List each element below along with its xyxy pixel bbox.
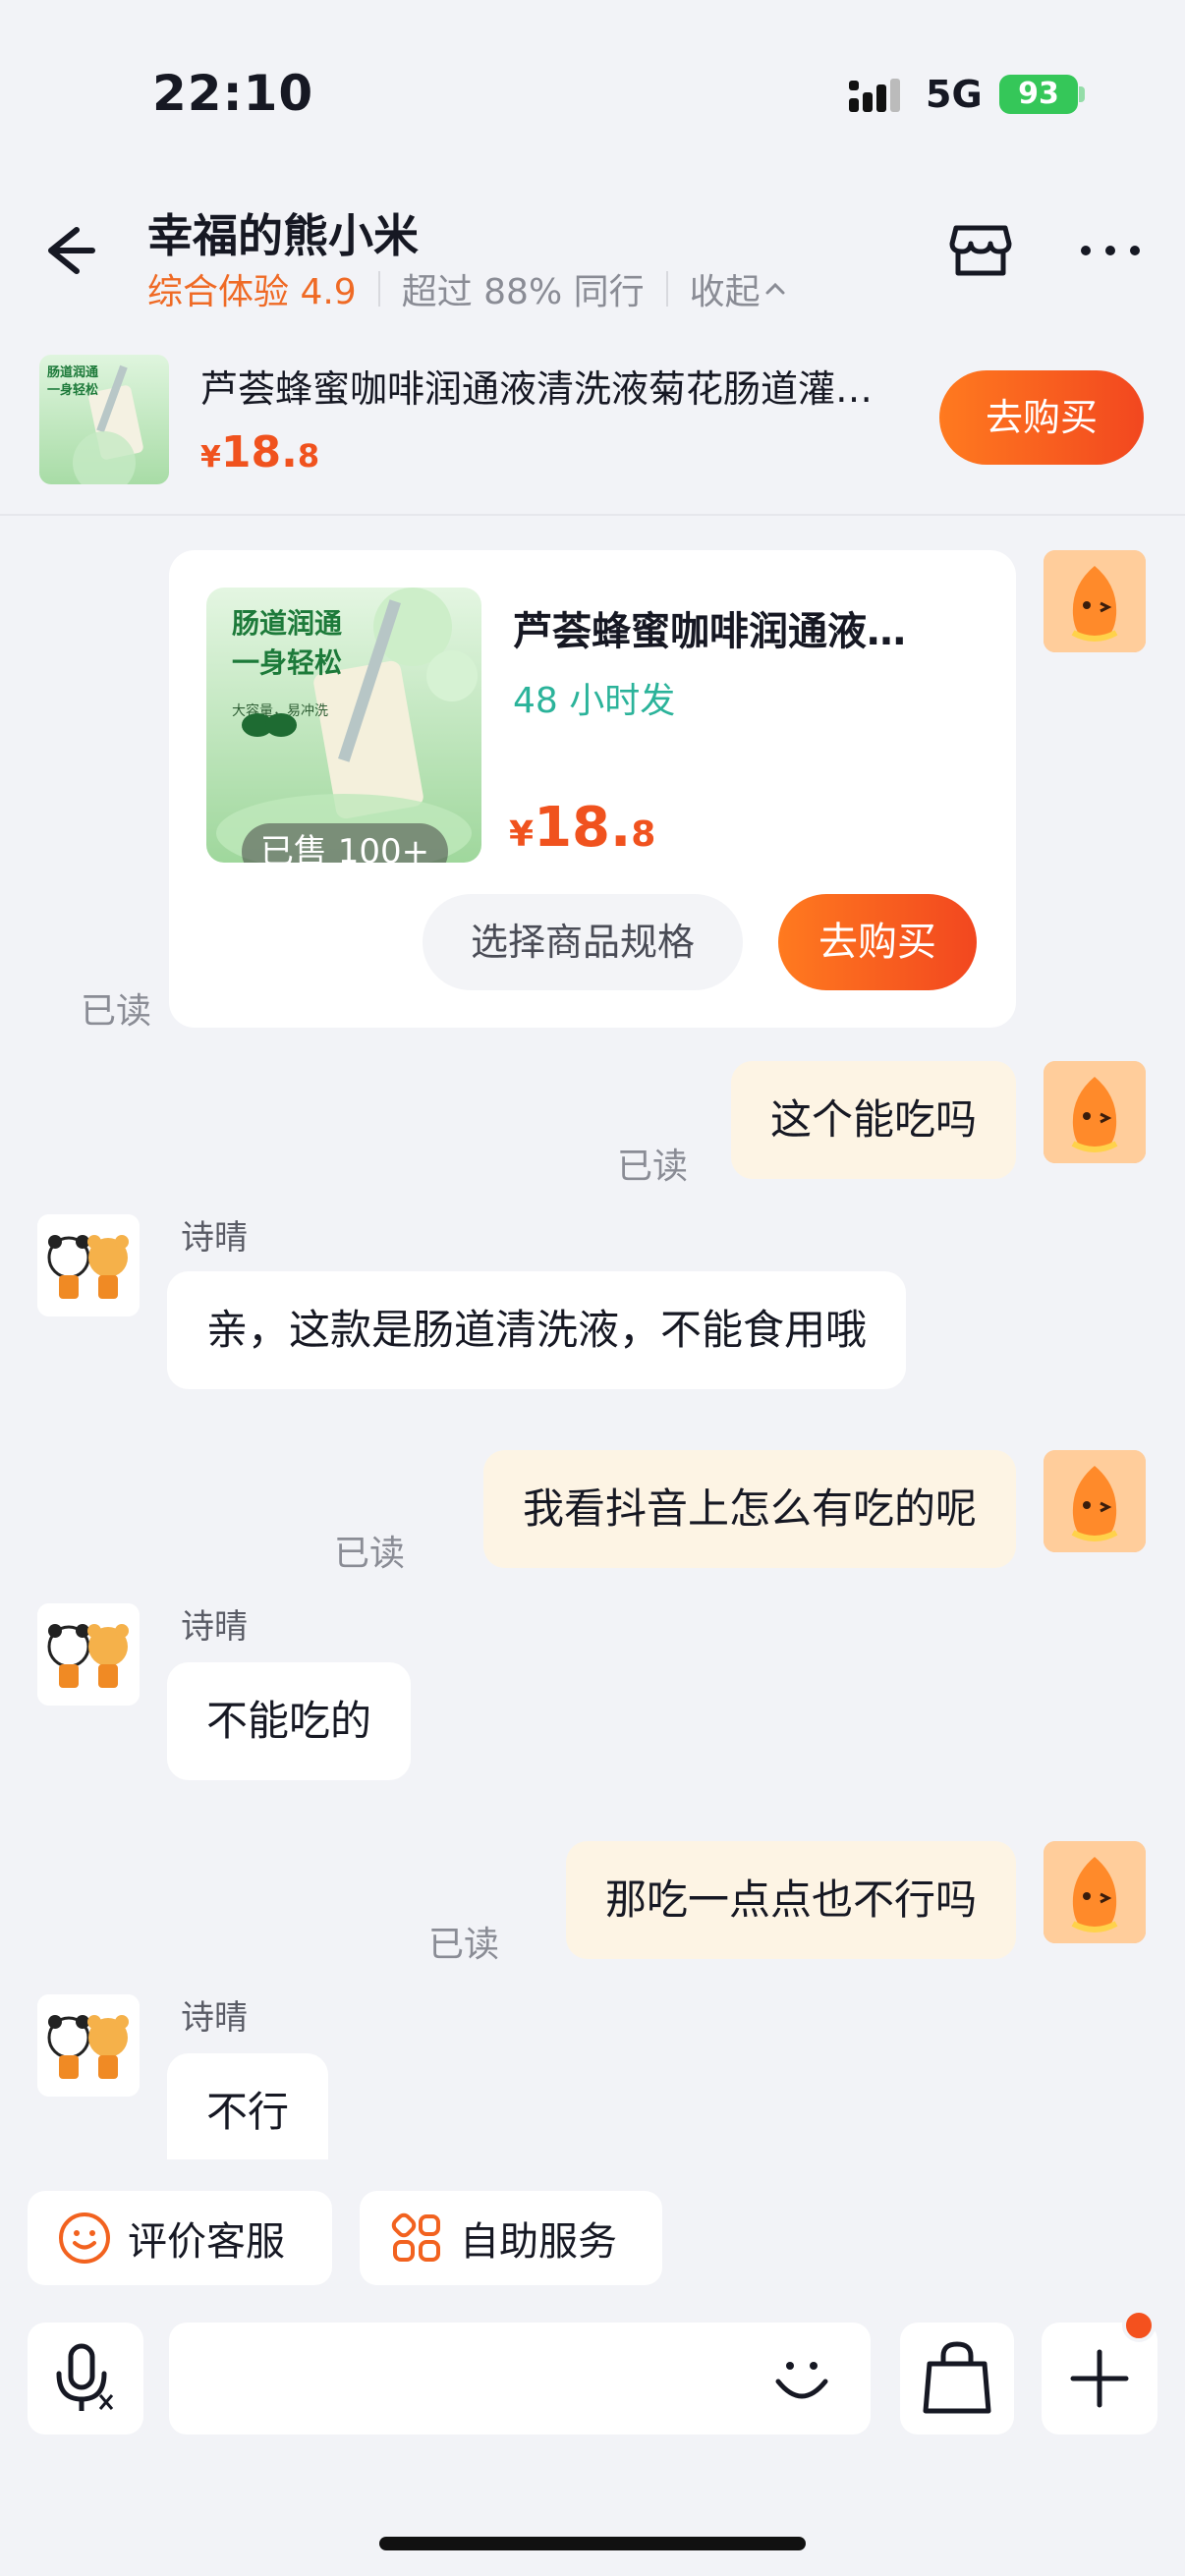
svg-text:一身轻松: 一身轻松: [47, 382, 98, 398]
divider: [377, 271, 380, 307]
microphone-icon: [56, 2343, 114, 2411]
my-avatar[interactable]: [1044, 1841, 1146, 1943]
self-service-button[interactable]: 自助服务: [360, 2191, 662, 2285]
peer-rank: 超过 88% 同行: [401, 272, 645, 312]
read-receipt: 已读: [334, 1534, 406, 1574]
chat-header: 幸福的熊小米 综合体验 4.9 超过 88% 同行 收起: [0, 187, 1185, 329]
svg-text:肠道润通: 肠道润通: [47, 364, 98, 380]
shop-name[interactable]: 幸福的熊小米: [147, 200, 419, 265]
my-message-bubble[interactable]: 那吃一点点也不行吗: [565, 1841, 1016, 1959]
svg-text:一身轻松: 一身轻松: [232, 646, 342, 679]
more-icon[interactable]: [1076, 236, 1145, 265]
read-receipt: 已读: [428, 1925, 500, 1965]
price-integer: 18.: [220, 427, 298, 477]
voice-input-button[interactable]: [28, 2323, 143, 2435]
shop-bag-button[interactable]: [900, 2323, 1014, 2435]
my-avatar[interactable]: [1044, 550, 1146, 652]
svg-text:肠道润通: 肠道润通: [232, 607, 342, 640]
shop-stats: 综合体验 4.9 超过 88% 同行 收起: [147, 263, 790, 314]
agent-message-bubble[interactable]: 不行: [167, 2053, 329, 2159]
sender-name: 诗晴: [181, 1218, 248, 1258]
status-bar: 22:10 5G 93: [0, 0, 1185, 187]
agent-avatar[interactable]: [37, 1994, 140, 2097]
my-avatar[interactable]: [1044, 1061, 1146, 1163]
price-decimal: 8: [297, 437, 320, 475]
rate-service-label: 评价客服: [128, 2219, 285, 2265]
self-service-label: 自助服务: [460, 2219, 617, 2265]
chevron-up-icon: [765, 282, 785, 295]
network-type: 5G: [926, 73, 983, 116]
product-card-image[interactable]: 肠道润通 一身轻松 大容量，易冲洗 已售 100+: [206, 588, 481, 863]
shipping-time: 48 小时发: [513, 681, 676, 721]
sender-name: 诗晴: [181, 1998, 248, 2038]
card-product-title[interactable]: 芦荟蜂蜜咖啡润通液…: [513, 599, 975, 656]
home-indicator[interactable]: [379, 2537, 806, 2550]
status-time: 22:10: [152, 65, 314, 122]
my-message-bubble[interactable]: 我看抖音上怎么有吃的呢: [482, 1450, 1016, 1568]
product-title[interactable]: 芦荟蜂蜜咖啡润通液清洗液菊花肠道灌…: [200, 359, 937, 413]
divider: [665, 271, 668, 307]
price-currency: ¥: [200, 440, 221, 475]
shopping-bag-icon: [923, 2341, 991, 2414]
my-avatar[interactable]: [1044, 1450, 1146, 1552]
collapse-toggle[interactable]: 收起: [690, 263, 790, 314]
signal-icon: [849, 79, 900, 112]
back-arrow-icon[interactable]: [41, 216, 110, 285]
product-strip[interactable]: 肠道润通 一身轻松 芦荟蜂蜜咖啡润通液清洗液菊花肠道灌… ¥18.8 去购买: [0, 329, 1185, 516]
agent-message-bubble[interactable]: 亲，这款是肠道清洗液，不能食用哦: [167, 1271, 907, 1389]
battery-level: 93: [999, 75, 1078, 114]
emoji-icon[interactable]: [772, 2352, 831, 2411]
product-card-message[interactable]: 肠道润通 一身轻松 大容量，易冲洗 已售 100+ 芦荟蜂蜜咖啡润通液… 48 …: [169, 550, 1016, 1028]
card-price: ¥18.8: [509, 796, 655, 860]
smile-icon: [59, 2212, 110, 2264]
price-integer: 18.: [534, 796, 632, 860]
agent-avatar[interactable]: [37, 1214, 140, 1316]
collapse-label: 收起: [689, 272, 761, 312]
experience-score: 综合体验 4.9: [147, 272, 357, 312]
store-icon[interactable]: [946, 214, 1015, 283]
read-receipt: 已读: [81, 991, 152, 1032]
price-currency: ¥: [509, 814, 535, 855]
product-thumbnail[interactable]: 肠道润通 一身轻松: [39, 355, 169, 484]
price-decimal: 8: [631, 814, 656, 855]
agent-message-bubble[interactable]: 不能吃的: [167, 1662, 412, 1780]
product-price: ¥18.8: [200, 427, 319, 477]
my-message-bubble[interactable]: 这个能吃吗: [730, 1061, 1016, 1179]
sold-count-badge: 已售 100+: [242, 823, 448, 863]
message-input[interactable]: [169, 2323, 871, 2435]
card-buy-button[interactable]: 去购买: [778, 894, 977, 990]
sender-name: 诗晴: [181, 1607, 248, 1647]
agent-avatar[interactable]: [37, 1603, 140, 1706]
grid-icon: [391, 2212, 440, 2262]
battery-cap: [1079, 86, 1085, 102]
read-receipt: 已读: [617, 1147, 689, 1187]
rate-service-button[interactable]: 评价客服: [28, 2191, 332, 2285]
buy-button[interactable]: 去购买: [939, 370, 1144, 465]
notification-dot: [1122, 2309, 1156, 2342]
select-spec-button[interactable]: 选择商品规格: [423, 894, 743, 990]
